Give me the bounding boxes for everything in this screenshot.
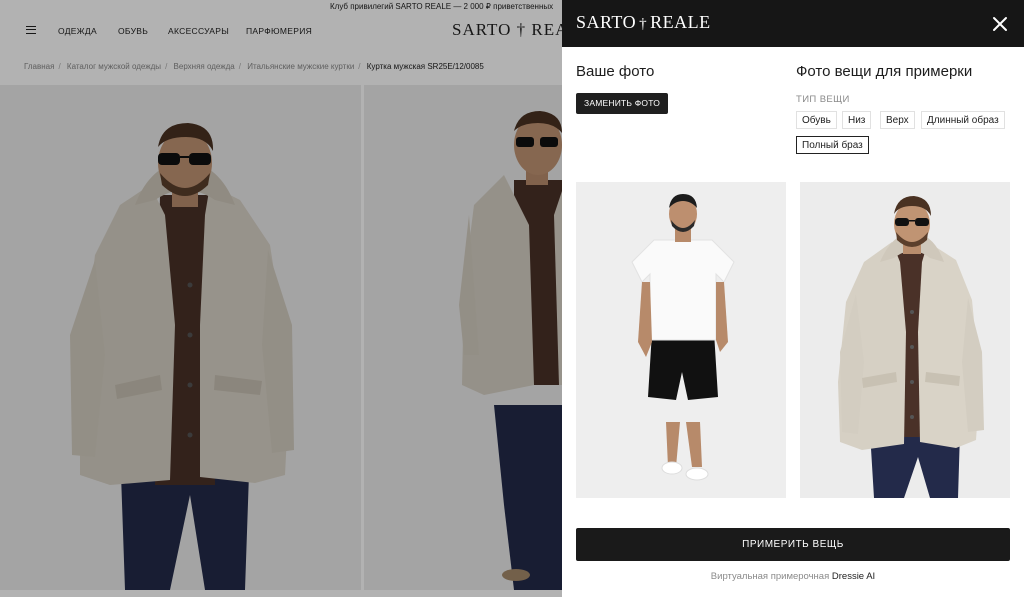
type-chip-top[interactable]: Верх xyxy=(880,111,915,129)
drawer-header: SARTO † REALE xyxy=(562,0,1024,47)
item-photo xyxy=(800,182,1010,498)
item-type-label: ТИП ВЕЩИ xyxy=(796,94,850,105)
type-chip-full-look[interactable]: Полный браз xyxy=(796,136,869,154)
try-on-button[interactable]: ПРИМЕРИТЬ ВЕЩЬ xyxy=(576,528,1010,561)
footer-note: Виртуальная примерочная Dressie AI xyxy=(562,571,1024,582)
logo-text-left: SARTO xyxy=(576,12,637,32)
type-chip-shoes[interactable]: Обувь xyxy=(796,111,837,129)
footer-prefix: Виртуальная примерочная xyxy=(710,571,830,582)
type-chip-long-look[interactable]: Длинный образ xyxy=(921,111,1005,129)
virtual-fitting-drawer: SARTO † REALE Ваше фото ЗАМЕНИТЬ ФОТО Фото… xyxy=(562,0,1024,597)
user-photo xyxy=(576,182,786,498)
logo-separator: † xyxy=(639,16,648,32)
footer-brand-link[interactable]: Dressie AI xyxy=(832,571,875,582)
item-photo-title: Фото вещи для примерки xyxy=(796,63,973,80)
close-icon[interactable] xyxy=(988,12,1012,36)
replace-photo-button[interactable]: ЗАМЕНИТЬ ФОТО xyxy=(576,93,669,114)
logo-text-right: REALE xyxy=(650,12,711,32)
modal-backdrop[interactable] xyxy=(0,0,562,597)
your-photo-title: Ваше фото xyxy=(576,63,655,80)
type-chip-bottom[interactable]: Низ xyxy=(842,111,872,129)
drawer-logo: SARTO † REALE xyxy=(576,12,711,33)
